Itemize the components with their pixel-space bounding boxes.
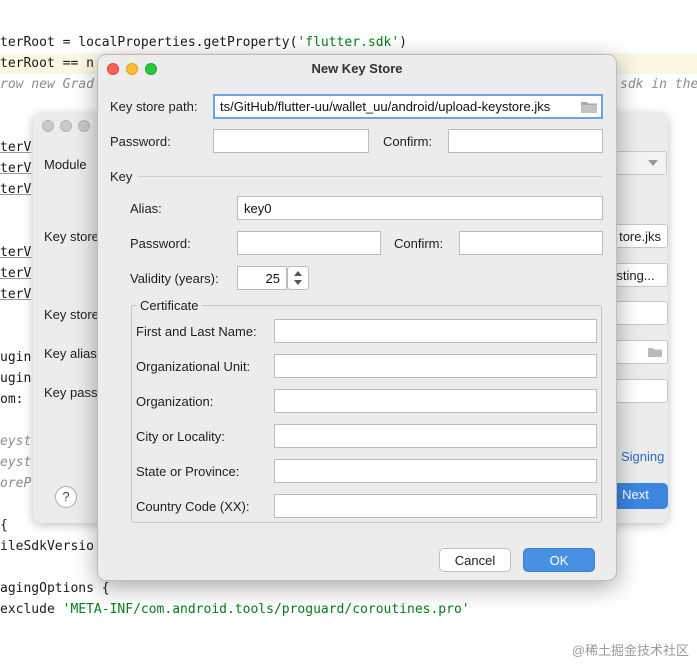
module-select[interactable]: [613, 151, 667, 175]
close-dot-icon[interactable]: [42, 120, 54, 132]
key-store-path-label: Key store: [44, 229, 99, 244]
city-locality-label: City or Locality:: [136, 429, 225, 444]
organizational-unit-input[interactable]: [274, 354, 597, 378]
key-confirm-input[interactable]: [459, 231, 603, 255]
organizational-unit-label: Organizational Unit:: [136, 359, 251, 374]
code-line: {: [0, 518, 8, 533]
new-key-store-dialog: New Key Store Key store path: Password: …: [97, 54, 617, 581]
certificate-label: Certificate: [137, 298, 202, 313]
code-line: exclude 'META-INF/com.android.tools/prog…: [0, 602, 470, 617]
first-last-name-label: First and Last Name:: [136, 324, 257, 339]
code-line: terV: [0, 140, 32, 155]
key-password-label: Key pass: [44, 385, 98, 400]
key-password-label: Password:: [130, 236, 191, 251]
key-section-divider: [138, 176, 602, 177]
code-line: terV: [0, 161, 32, 176]
folder-icon: [648, 348, 662, 357]
code-line: agingOptions {: [0, 581, 110, 596]
alias-input[interactable]: [237, 196, 603, 220]
minimize-dot-icon[interactable]: [60, 120, 72, 132]
folder-icon[interactable]: [580, 100, 598, 114]
key-section-label: Key: [110, 169, 133, 184]
code-line: ugin: [0, 350, 32, 365]
code-line: oreP: [0, 476, 32, 491]
alias-label: Alias:: [130, 201, 162, 216]
organization-label: Organization:: [136, 394, 214, 409]
code-line: terRoot = localProperties.getProperty('f…: [0, 35, 407, 50]
key-store-path-label: Key store path:: [110, 99, 198, 114]
dialog-titlebar: New Key Store: [98, 55, 616, 83]
watermark-text: @稀土掘金技术社区: [571, 643, 689, 658]
cancel-button[interactable]: Cancel: [439, 548, 511, 572]
confirm-input[interactable]: [448, 129, 603, 153]
country-code-label: Country Code (XX):: [136, 499, 250, 514]
password-input[interactable]: [213, 129, 369, 153]
password-label: Password:: [110, 134, 171, 149]
state-province-input[interactable]: [274, 459, 597, 483]
key-password-input[interactable]: [237, 231, 381, 255]
code-comment-right: sdk in the: [620, 77, 697, 92]
help-button[interactable]: ?: [55, 486, 77, 508]
key-store-password-label: Key store: [44, 307, 99, 322]
first-last-name-input[interactable]: [274, 319, 597, 343]
code-line: eyst: [0, 455, 32, 470]
code-line: terV: [0, 287, 32, 302]
code-line: terV: [0, 245, 32, 260]
dialog-title: New Key Store: [311, 61, 403, 76]
city-locality-input[interactable]: [274, 424, 597, 448]
signing-link[interactable]: Signing: [621, 449, 664, 464]
validity-input[interactable]: [237, 266, 287, 290]
organization-input[interactable]: [274, 389, 597, 413]
key-alias-label: Key alias: [44, 346, 97, 361]
key-store-path-input[interactable]: [213, 94, 603, 119]
module-label: Module: [44, 157, 87, 172]
validity-label: Validity (years):: [130, 271, 219, 286]
code-line: terRoot == n: [0, 56, 94, 71]
code-line: ugin: [0, 371, 32, 386]
code-line: eyst: [0, 434, 32, 449]
key-confirm-label: Confirm:: [394, 236, 444, 251]
zoom-dot-icon[interactable]: [78, 120, 90, 132]
code-line: terV: [0, 266, 32, 281]
state-province-label: State or Province:: [136, 464, 240, 479]
confirm-label: Confirm:: [383, 134, 433, 149]
code-line: om:: [0, 392, 24, 407]
code-line: terV: [0, 182, 32, 197]
code-line: row new Grad: [0, 77, 94, 92]
stepper-icon[interactable]: [287, 266, 309, 290]
ok-button[interactable]: OK: [523, 548, 595, 572]
code-line: ileSdkVersio: [0, 539, 94, 554]
chevron-down-icon: [648, 160, 658, 166]
country-code-input[interactable]: [274, 494, 597, 518]
